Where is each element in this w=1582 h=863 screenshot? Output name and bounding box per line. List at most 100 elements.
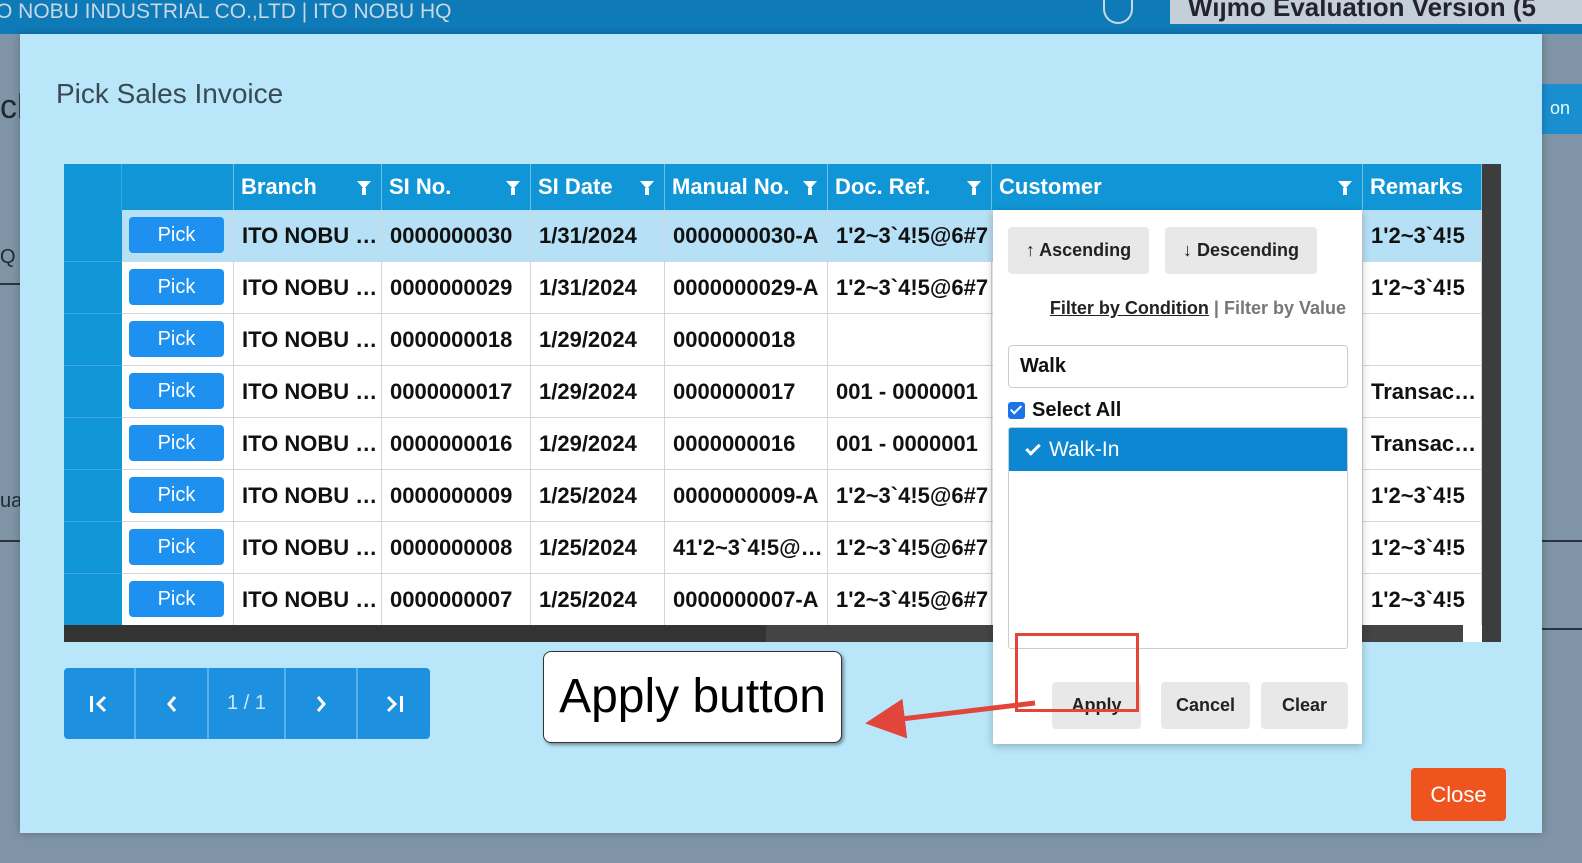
pick-button[interactable]: Pick [129, 581, 224, 617]
filter-by-value-link[interactable]: Filter by Value [1224, 298, 1346, 318]
cell-remarks[interactable]: 1'2~3`4!5 [1363, 470, 1482, 522]
cell-manual-no[interactable]: 0000000007-A [665, 574, 828, 626]
grid-vertical-scrollbar[interactable] [1482, 164, 1501, 642]
pick-button[interactable]: Pick [129, 425, 224, 461]
cell-manual-no[interactable]: 0000000016 [665, 418, 828, 470]
divider [0, 283, 20, 285]
cell-remarks[interactable]: Transaction [1363, 366, 1482, 418]
cell-remarks[interactable]: 1'2~3`4!5 [1363, 210, 1482, 262]
header-si-no[interactable]: SI No. [382, 164, 531, 210]
cell-si-no[interactable]: 0000000008 [382, 522, 531, 574]
scrollbar-corner [1463, 625, 1482, 642]
filter-search-input[interactable]: Walk [1008, 345, 1348, 388]
row-header[interactable] [64, 314, 122, 366]
cell-si-no[interactable]: 0000000017 [382, 366, 531, 418]
first-page-button[interactable] [64, 668, 136, 739]
divider [0, 540, 20, 542]
pick-button[interactable]: Pick [129, 373, 224, 409]
cell-doc-ref[interactable] [828, 314, 992, 366]
cell-branch[interactable]: ITO NOBU HQ [234, 574, 382, 626]
header-remarks[interactable]: Remarks [1363, 164, 1482, 210]
pick-button[interactable]: Pick [129, 321, 224, 357]
cell-manual-no[interactable]: 0000000017 [665, 366, 828, 418]
cell-si-date[interactable]: 1/29/2024 [531, 314, 665, 366]
cell-si-date[interactable]: 1/25/2024 [531, 470, 665, 522]
cell-doc-ref[interactable]: 1'2~3`4!5@6#7 [828, 574, 992, 626]
cell-si-no[interactable]: 0000000029 [382, 262, 531, 314]
cell-si-date[interactable]: 1/31/2024 [531, 262, 665, 314]
pick-button[interactable]: Pick [129, 477, 224, 513]
checkbox-checked-icon[interactable] [1008, 402, 1025, 419]
header-branch[interactable]: Branch [234, 164, 382, 210]
clear-button[interactable]: Clear [1261, 682, 1348, 729]
row-header[interactable] [64, 574, 122, 626]
cell-branch[interactable]: ITO NOBU HQ [234, 210, 382, 262]
row-header[interactable] [64, 262, 122, 314]
cell-branch[interactable]: ITO NOBU HQ [234, 366, 382, 418]
filter-value-item[interactable]: Walk-In [1009, 428, 1347, 471]
cell-branch[interactable]: ITO NOBU HQ [234, 522, 382, 574]
filter-icon[interactable] [357, 181, 371, 195]
close-button[interactable]: Close [1411, 768, 1506, 821]
header-doc-ref[interactable]: Doc. Ref. [828, 164, 992, 210]
filter-icon[interactable] [1338, 181, 1352, 195]
cell-remarks[interactable]: Transaction [1363, 418, 1482, 470]
cell-manual-no[interactable]: 0000000009-A [665, 470, 828, 522]
cell-si-date[interactable]: 1/29/2024 [531, 418, 665, 470]
cell-manual-no[interactable]: 0000000029-A [665, 262, 828, 314]
cell-branch[interactable]: ITO NOBU HQ [234, 262, 382, 314]
cell-remarks[interactable]: 1'2~3`4!5 [1363, 262, 1482, 314]
cell-branch[interactable]: ITO NOBU HQ [234, 314, 382, 366]
cell-doc-ref[interactable]: 001 - 0000001 [828, 366, 992, 418]
cell-doc-ref[interactable]: 1'2~3`4!5@6#7 [828, 262, 992, 314]
cell-si-no[interactable]: 0000000007 [382, 574, 531, 626]
row-header[interactable] [64, 210, 122, 262]
cell-pick: Pick [122, 314, 234, 366]
cell-remarks[interactable] [1363, 314, 1482, 366]
select-all-checkbox[interactable]: Select All [1008, 399, 1121, 422]
next-page-button[interactable] [286, 668, 358, 739]
row-header[interactable] [64, 470, 122, 522]
cell-si-no[interactable]: 0000000009 [382, 470, 531, 522]
cell-manual-no[interactable]: 0000000018 [665, 314, 828, 366]
filter-icon[interactable] [640, 181, 654, 195]
cancel-button[interactable]: Cancel [1161, 682, 1250, 729]
filter-by-condition-link[interactable]: Filter by Condition [1050, 298, 1209, 318]
sort-descending-button[interactable]: ↓ Descending [1165, 227, 1317, 274]
cell-remarks[interactable]: 1'2~3`4!5 [1363, 574, 1482, 626]
row-header[interactable] [64, 366, 122, 418]
previous-page-button[interactable] [136, 668, 209, 739]
filter-icon[interactable] [967, 181, 981, 195]
header-si-date[interactable]: SI Date [531, 164, 665, 210]
pick-button[interactable]: Pick [129, 269, 224, 305]
row-header[interactable] [64, 418, 122, 470]
header-manual-no[interactable]: Manual No. [665, 164, 828, 210]
cell-branch[interactable]: ITO NOBU HQ [234, 418, 382, 470]
row-header[interactable] [64, 522, 122, 574]
globe-icon[interactable] [1103, 0, 1133, 24]
pick-button[interactable]: Pick [129, 217, 224, 253]
cell-doc-ref[interactable]: 1'2~3`4!5@6#7 [828, 470, 992, 522]
cell-manual-no[interactable]: 0000000030-A [665, 210, 828, 262]
pick-button[interactable]: Pick [129, 529, 224, 565]
cell-si-no[interactable]: 0000000016 [382, 418, 531, 470]
last-page-button[interactable] [358, 668, 430, 739]
filter-value-list[interactable]: Walk-In [1008, 427, 1348, 649]
cell-si-no[interactable]: 0000000030 [382, 210, 531, 262]
filter-icon[interactable] [803, 181, 817, 195]
divider [1542, 540, 1582, 542]
sort-ascending-button[interactable]: ↑ Ascending [1008, 227, 1149, 274]
cell-si-date[interactable]: 1/25/2024 [531, 522, 665, 574]
cell-doc-ref[interactable]: 1'2~3`4!5@6#7 [828, 210, 992, 262]
cell-si-date[interactable]: 1/25/2024 [531, 574, 665, 626]
cell-remarks[interactable]: 1'2~3`4!5 [1363, 522, 1482, 574]
cell-si-no[interactable]: 0000000018 [382, 314, 531, 366]
cell-si-date[interactable]: 1/29/2024 [531, 366, 665, 418]
filter-icon[interactable] [506, 181, 520, 195]
cell-branch[interactable]: ITO NOBU HQ [234, 470, 382, 522]
cell-doc-ref[interactable]: 001 - 0000001 [828, 418, 992, 470]
cell-doc-ref[interactable]: 1'2~3`4!5@6#7 [828, 522, 992, 574]
header-customer[interactable]: Customer [992, 164, 1363, 210]
cell-manual-no[interactable]: 41'2~3`4!5@6#7 [665, 522, 828, 574]
cell-si-date[interactable]: 1/31/2024 [531, 210, 665, 262]
